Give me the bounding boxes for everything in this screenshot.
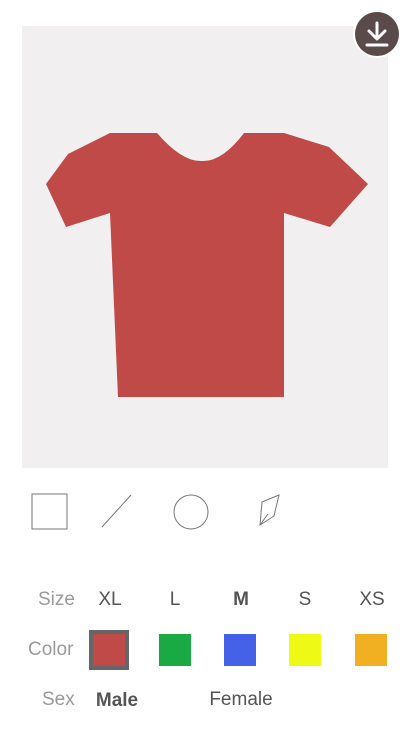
color-swatch-blue[interactable] [224,634,256,666]
design-canvas[interactable] [22,26,388,468]
size-option-xl[interactable]: XL [90,588,130,612]
sex-option-male[interactable]: Male [92,689,142,713]
pen-tool-button[interactable] [254,492,294,532]
color-swatch-red[interactable] [89,630,129,670]
line-icon [101,494,132,528]
size-option-m[interactable]: M [221,588,261,612]
sex-option-female[interactable]: Female [205,688,277,712]
color-label: Color [28,639,74,660]
size-option-s[interactable]: S [285,588,325,612]
size-option-l[interactable]: L [155,588,195,612]
download-button[interactable] [353,10,401,58]
color-swatch-green[interactable] [159,634,191,666]
circle-icon [173,494,209,530]
square-tool-button[interactable] [30,492,70,532]
size-label: Size [38,589,75,610]
size-option-xs[interactable]: XS [351,588,393,612]
sex-label: Sex [42,689,75,710]
download-icon [365,21,389,47]
color-swatch-orange[interactable] [355,634,387,666]
square-icon [31,493,68,530]
line-tool-button[interactable] [98,492,138,532]
pen-icon [259,494,280,526]
tshirt-image [46,133,368,397]
color-swatch-yellow[interactable] [289,634,321,666]
circle-tool-button[interactable] [172,492,212,532]
